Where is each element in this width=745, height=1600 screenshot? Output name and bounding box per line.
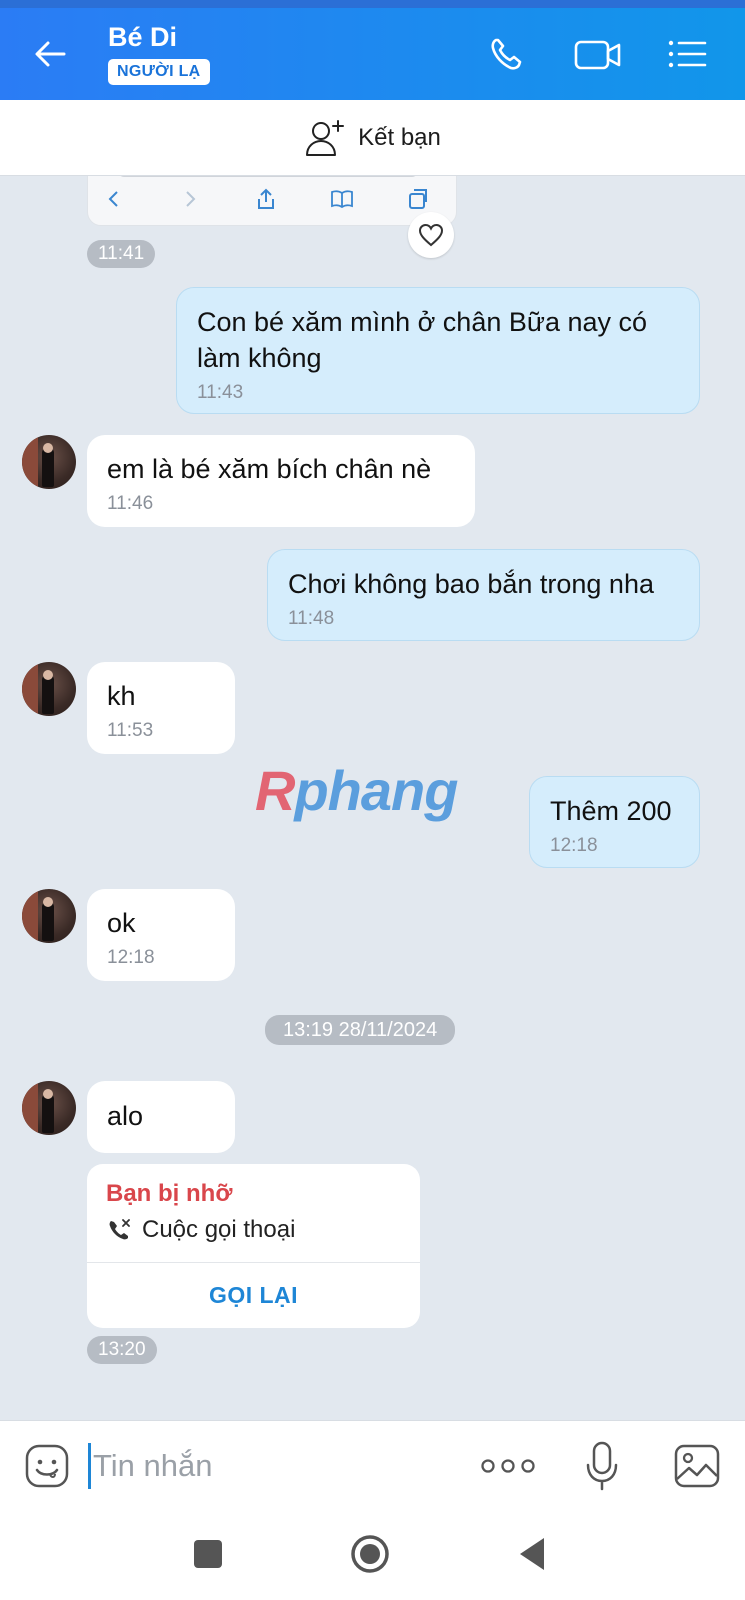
call-type: Cuộc gọi thoại bbox=[106, 1216, 295, 1244]
more-options-icon[interactable] bbox=[480, 1451, 536, 1481]
incoming-message[interactable]: kh 11:53 bbox=[87, 662, 235, 754]
message-text: kh bbox=[107, 681, 136, 711]
add-person-icon bbox=[306, 119, 345, 156]
contact-title[interactable]: Bé Di NGƯỜI LẠ bbox=[108, 22, 210, 85]
microphone-icon[interactable] bbox=[584, 1439, 620, 1493]
message-text: Thêm 200 bbox=[550, 796, 672, 826]
outgoing-message[interactable]: Con bé xăm mình ở chân Bữa nay có làm kh… bbox=[176, 287, 700, 414]
avatar[interactable] bbox=[22, 889, 76, 943]
react-heart-button[interactable] bbox=[408, 212, 454, 258]
message-text: Con bé xăm mình ở chân Bữa nay có làm kh… bbox=[197, 307, 648, 373]
call-type-label: Cuộc gọi thoại bbox=[142, 1216, 296, 1243]
message-time: 11:48 bbox=[288, 608, 335, 629]
missed-call-title: Bạn bị nhỡ bbox=[106, 1180, 233, 1207]
avatar[interactable] bbox=[22, 1081, 76, 1135]
menu-list-icon[interactable] bbox=[665, 34, 709, 74]
phone-icon[interactable] bbox=[487, 34, 531, 74]
missed-call-card[interactable]: Bạn bị nhỡ Cuộc gọi thoại GỌI LẠI bbox=[87, 1164, 420, 1328]
outgoing-message[interactable]: Thêm 200 12:18 bbox=[529, 776, 700, 868]
video-camera-icon[interactable] bbox=[573, 34, 623, 74]
contact-name: Bé Di bbox=[108, 22, 178, 52]
message-text: em là bé xăm bích chân nè bbox=[107, 454, 432, 484]
add-friend-label: Kết bạn bbox=[358, 123, 441, 151]
back-icon[interactable] bbox=[512, 1532, 556, 1576]
watermark-logo: Rphang bbox=[255, 759, 458, 822]
message-list[interactable]: 11:41 Con bé xăm mình ở chân Bữa nay có … bbox=[0, 176, 745, 1420]
system-navigation-bar bbox=[0, 1510, 745, 1600]
message-time: 12:18 bbox=[107, 947, 155, 968]
message-text: Chơi không bao bắn trong nha bbox=[288, 569, 654, 599]
avatar[interactable] bbox=[22, 435, 76, 489]
message-input[interactable]: Tin nhắn bbox=[88, 1443, 448, 1489]
message-time: 12:18 bbox=[550, 835, 598, 856]
incoming-message[interactable]: em là bé xăm bích chân nè 11:46 bbox=[87, 435, 475, 527]
tabs-icon bbox=[409, 189, 427, 209]
date-separator: 13:19 28/11/2024 bbox=[265, 1015, 456, 1045]
home-icon[interactable] bbox=[348, 1532, 392, 1576]
image-gallery-icon[interactable] bbox=[673, 1443, 721, 1489]
missed-call-icon bbox=[109, 1219, 130, 1240]
message-time: 13:20 bbox=[87, 1336, 157, 1364]
stranger-badge: NGƯỜI LẠ bbox=[108, 59, 210, 85]
share-icon bbox=[258, 188, 274, 209]
chevron-right-icon bbox=[186, 191, 196, 207]
chat-header: Bé Di NGƯỜI LẠ bbox=[0, 0, 745, 100]
avatar[interactable] bbox=[22, 662, 76, 716]
shared-link-card[interactable] bbox=[87, 176, 457, 226]
message-time: 11:41 bbox=[87, 240, 156, 268]
outgoing-message[interactable]: Chơi không bao bắn trong nha 11:48 bbox=[267, 549, 700, 641]
add-friend-button[interactable]: Kết bạn bbox=[0, 100, 745, 176]
message-time: 11:43 bbox=[197, 382, 244, 403]
message-composer: Tin nhắn bbox=[0, 1420, 745, 1510]
heart-icon bbox=[418, 223, 444, 247]
call-back-button[interactable]: GỌI LẠI bbox=[87, 1262, 420, 1328]
status-strip bbox=[0, 0, 745, 8]
recent-apps-icon[interactable] bbox=[186, 1532, 230, 1576]
incoming-message[interactable]: ok 12:18 bbox=[87, 889, 235, 981]
message-time: 11:53 bbox=[107, 720, 154, 741]
chevron-left-icon bbox=[108, 191, 118, 207]
message-time: 11:46 bbox=[107, 493, 154, 514]
incoming-message[interactable]: alo bbox=[87, 1081, 235, 1153]
message-text: ok bbox=[107, 908, 136, 938]
sticker-icon[interactable] bbox=[24, 1443, 70, 1489]
message-text: alo bbox=[107, 1101, 144, 1131]
book-icon bbox=[331, 190, 353, 209]
back-arrow-icon[interactable] bbox=[30, 34, 70, 74]
